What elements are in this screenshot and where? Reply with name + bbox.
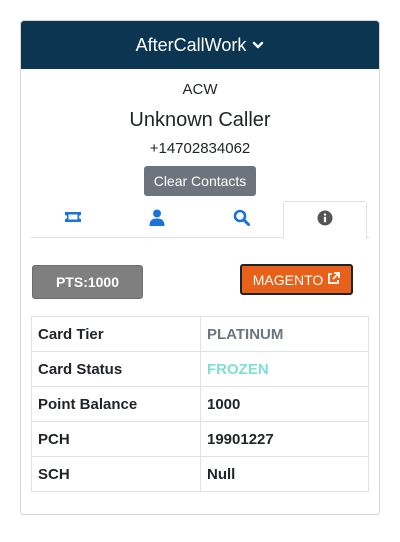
caller-phone: +14702834062 <box>149 140 251 157</box>
tab-bar <box>31 201 369 239</box>
magento-label: MAGENTO <box>252 271 324 288</box>
info-icon <box>317 210 333 231</box>
point-balance-value: 1000 <box>200 386 369 422</box>
tab-ticket[interactable] <box>31 201 115 238</box>
points-button[interactable]: PTS:1000 <box>32 265 143 299</box>
search-icon <box>233 209 250 231</box>
ticket-icon <box>64 210 82 229</box>
pch-value: 19901227 <box>200 421 369 457</box>
user-icon <box>149 209 165 231</box>
row-label: PCH <box>31 421 201 457</box>
status-title: AfterCallWork <box>135 34 247 55</box>
tab-info[interactable] <box>283 201 367 239</box>
row-label: Card Status <box>31 351 201 387</box>
table-row: PCH 19901227 <box>31 421 369 457</box>
external-link-icon <box>323 271 341 288</box>
row-label: SCH <box>31 456 201 492</box>
table-row: Card Tier PLATINUM <box>31 316 369 352</box>
tab-contact[interactable] <box>115 201 199 238</box>
status-dropdown[interactable]: AfterCallWork <box>21 21 379 69</box>
contact-status: ACW <box>182 81 218 98</box>
table-row: SCH Null <box>31 456 369 492</box>
acw-panel: AfterCallWork ACW Unknown Caller +147028… <box>20 20 380 515</box>
sch-value: Null <box>200 456 369 492</box>
row-label: Card Tier <box>31 316 201 352</box>
row-label: Point Balance <box>31 386 201 422</box>
chevron-down-icon <box>252 39 264 51</box>
caller-name: Unknown Caller <box>129 109 271 131</box>
table-row: Card Status FROZEN <box>31 351 369 387</box>
magento-button[interactable]: MAGENTO <box>240 264 353 295</box>
action-row: PTS:1000 MAGENTO <box>21 238 379 299</box>
card-details-table: Card Tier PLATINUM Card Status FROZEN Po… <box>31 316 369 492</box>
tab-search[interactable] <box>199 201 283 238</box>
clear-contacts-button[interactable]: Clear Contacts <box>143 166 257 196</box>
table-row: Point Balance 1000 <box>31 386 369 422</box>
card-status-value: FROZEN <box>200 351 369 387</box>
card-tier-value: PLATINUM <box>200 316 369 352</box>
